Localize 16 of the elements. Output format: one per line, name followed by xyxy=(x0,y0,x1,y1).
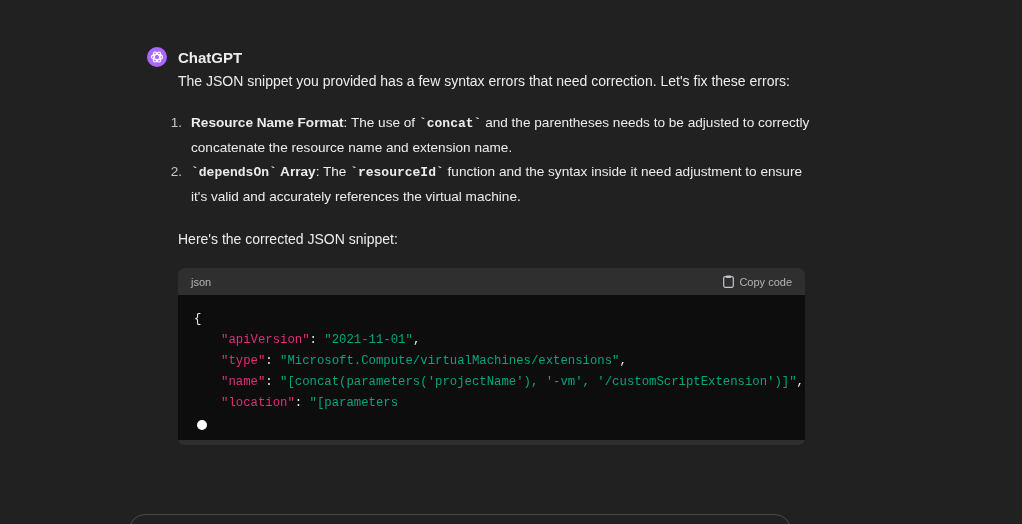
list-item-text: `dependsOn` Array: The `resourceId` function and the syntax inside it need adjustment to ensure it's valid and accurately references the virtual machine. xyxy=(191,163,803,206)
code-line: { xyxy=(194,311,202,328)
list-number: 1. xyxy=(169,114,182,132)
clipboard-icon xyxy=(723,275,735,288)
intro-text: The JSON snippet you provided has a few syntax errors that need correction. Let's fix these errors: xyxy=(178,72,791,91)
outro-text: Here's the corrected JSON snippet: xyxy=(178,230,399,249)
code-line: "type": "Microsoft.Compute/virtualMachines/extensions", xyxy=(221,353,627,370)
list-number: 2. xyxy=(169,163,182,181)
copy-code-button[interactable]: Copy code xyxy=(723,275,792,288)
code-language-label: json xyxy=(191,275,212,288)
assistant-avatar-icon xyxy=(147,47,167,67)
author-name: ChatGPT xyxy=(178,48,243,66)
code-line: "location": "[parameters xyxy=(221,395,399,412)
list-item-text: Resource Name Format: The use of `concat` and the parentheses needs to be adjusted to correctly concatenate the resource name and extension name. xyxy=(191,114,811,157)
code-line: "name": "[concat(parameters('projectName'), '-vm', '/customScriptExtension')]", xyxy=(221,374,804,391)
code-line: "apiVersion": "2021-11-01", xyxy=(221,332,421,349)
